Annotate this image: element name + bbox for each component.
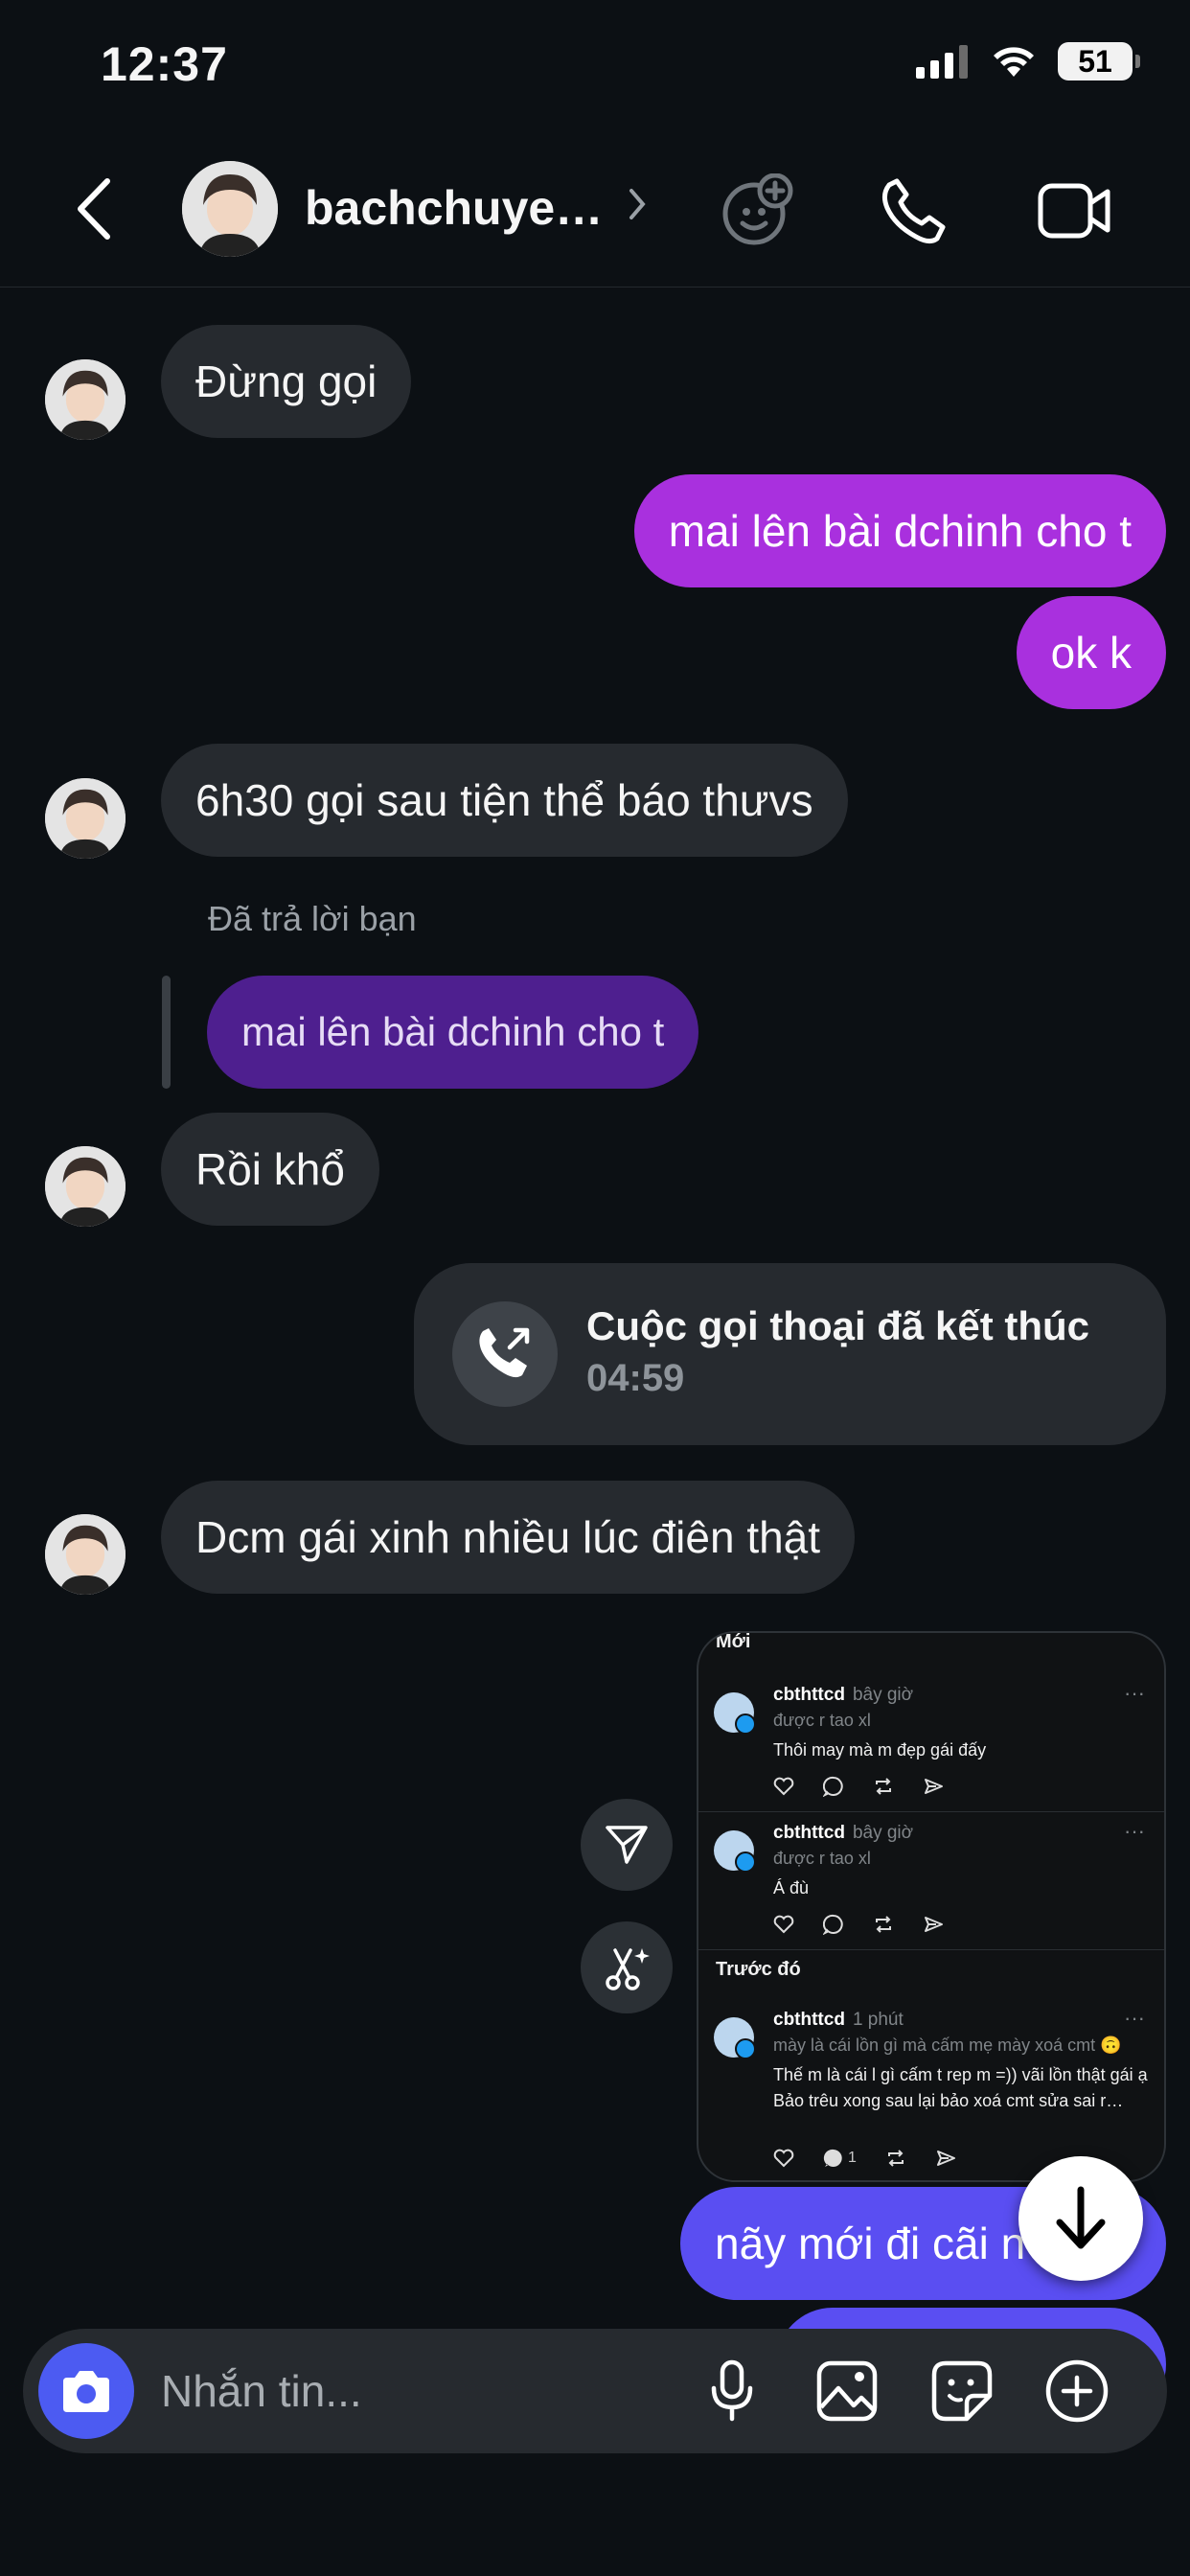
message-input[interactable] [161,2358,678,2425]
games-button[interactable] [711,163,807,259]
heart-icon [773,1777,794,1796]
post-time: bây giờ [852,1823,914,1843]
call-duration: 04:59 [586,1357,685,1399]
sticker-icon [931,2360,993,2422]
thread-post: cbthttcd bây giờ ··· được r tao xl Á đù [698,1819,1164,1952]
user-avatar [714,1830,756,1873]
reply-indicator-bar [162,976,171,1089]
games-plus-icon [722,173,793,245]
post-reply-context: mày là cái lồn gì mà cấm mẹ mày xoá cmt … [773,2036,1122,2055]
quoted-message[interactable]: mai lên bài dchinh cho t [207,976,699,1089]
shared-screenshot[interactable]: Mới cbthttcd bây giờ ··· được r tao xl Th… [697,1631,1166,2182]
sender-avatar[interactable] [45,778,126,859]
camera-icon [63,2371,109,2412]
post-username: cbthttcd [773,1823,845,1843]
message-incoming[interactable]: Dcm gái xinh nhiều lúc điên thật [161,1481,856,1594]
post-reply-context: được r tao xl [773,1849,871,1868]
arrow-down-icon [1056,2186,1106,2249]
message-outgoing[interactable]: mai lên bài dchinh cho t [633,474,1166,587]
repost-icon [876,1916,891,1933]
section-heading-before: Trước đó [716,1959,801,1980]
thread-post: cbthttcd bây giờ ··· được r tao xl Thôi m… [698,1681,1164,1814]
post-reply-context: được r tao xl [773,1711,871,1730]
more-options-button[interactable] [1039,2353,1115,2429]
post-text: Thôi may mà m đẹp gái đấy [773,1740,987,1760]
microphone-icon [711,2359,753,2422]
share-icon [925,1917,943,1932]
post-actions [773,1914,944,1935]
chat-header: bachchuye… [0,134,1190,288]
video-camera-icon [1038,183,1110,239]
thread-post: cbthttcd 1 phút ··· mày là cái lồn gì mà … [698,2006,1164,2180]
signal-icon [916,45,968,79]
heart-icon [773,2149,794,2168]
plus-circle-icon [1045,2359,1109,2423]
call-title: Cuộc gọi thoại đã kết thúc [586,1303,1090,1348]
message-incoming[interactable]: Đừng gọi [161,325,412,438]
sticker-button[interactable] [924,2353,1000,2429]
sender-avatar[interactable] [45,1514,126,1595]
more-icon: ··· [1124,1681,1145,1705]
call-icon-circle [452,1301,558,1407]
divider [698,1949,1164,1950]
post-actions: 1 [773,2148,956,2169]
post-actions [773,1776,944,1797]
repost-icon [876,1778,891,1795]
battery-indicator: 51 [1058,42,1140,80]
chevron-right-icon[interactable] [628,187,647,226]
user-avatar [714,1692,756,1735]
scissors-sparkle-icon [606,1948,650,1990]
call-ended-card[interactable]: Cuộc gọi thoại đã kết thúc 04:59 [414,1263,1166,1445]
phone-icon [881,178,946,244]
forward-button[interactable] [581,1799,673,1891]
message-outgoing[interactable]: ok k [1016,596,1166,709]
message-composer [23,2329,1167,2453]
wifi-icon [994,47,1034,77]
repost-icon [887,2150,904,2167]
share-icon [925,1779,943,1794]
outgoing-call-icon [479,1327,530,1378]
reply-count: 1 [848,2150,857,2166]
post-username: cbthttcd [773,2010,845,2030]
comment-icon [823,1914,843,1935]
post-text: Á đù [773,1878,810,1898]
post-username: cbthttcd [773,1685,845,1705]
post-time: 1 phút [852,2010,904,2030]
image-icon [816,2360,878,2422]
message-incoming[interactable]: Rồi khổ [161,1113,379,1226]
bottom-safe-area [0,2492,1190,2576]
more-icon: ··· [1124,1819,1145,1843]
contact-name[interactable]: bachchuye… [305,180,603,236]
message-incoming[interactable]: 6h30 gọi sau tiện thể báo thưvs [161,744,848,857]
back-button[interactable] [75,171,132,247]
divider [698,1811,1164,1812]
post-text: Thế m là cái l gì cấm t rep m =)) vãi lồ… [773,2065,1148,2110]
share-icon [936,2150,955,2166]
voice-message-button[interactable] [694,2353,770,2429]
more-icon: ··· [1124,2006,1145,2030]
status-time: 12:37 [101,37,228,91]
status-icons: 51 [916,42,1140,80]
send-icon [606,1826,648,1864]
user-avatar [714,2017,756,2059]
status-bar: 12:37 51 [0,0,1190,134]
voice-call-button[interactable] [865,163,961,259]
chevron-left-icon [78,178,110,240]
video-call-button[interactable] [1027,163,1123,259]
scroll-to-bottom-button[interactable] [1018,2156,1143,2281]
section-heading-new: Mới [716,1631,751,1652]
ai-edit-button[interactable] [581,1921,673,2013]
sender-avatar[interactable] [45,1146,126,1227]
gallery-button[interactable] [809,2353,885,2429]
comment-icon [823,2149,842,2167]
sender-avatar[interactable] [45,359,126,440]
reply-label: Đã trả lời bạn [208,899,417,938]
camera-button[interactable] [38,2343,134,2439]
post-time: bây giờ [852,1685,914,1705]
contact-avatar[interactable] [182,161,278,257]
heart-icon [773,1915,794,1934]
comment-icon [823,1776,843,1797]
